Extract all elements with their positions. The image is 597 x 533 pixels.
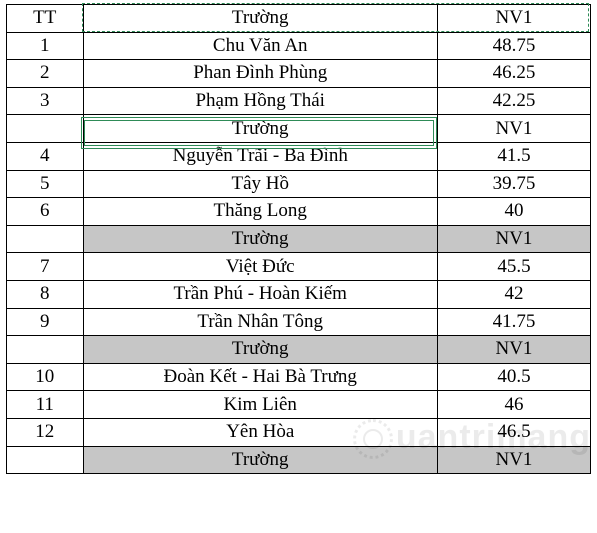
cell-nv1: 45.5 xyxy=(437,253,590,281)
cell-tt: 11 xyxy=(7,391,84,419)
table-row: 12Yên Hòa46.5 xyxy=(7,418,591,446)
cell-truong-repeat: Trường xyxy=(83,446,437,474)
cell-truong-repeat: Trường xyxy=(83,336,437,364)
table-row: 9Trần Nhân Tông41.75 xyxy=(7,308,591,336)
cell-truong: Trần Phú - Hoàn Kiếm xyxy=(83,280,437,308)
cell-tt: 9 xyxy=(7,308,84,336)
cell-nv1-repeat: NV1 xyxy=(437,446,590,474)
cell-nv1: 48.75 xyxy=(437,32,590,60)
table-header-row: TT Trường NV1 xyxy=(7,5,591,33)
cell-truong: Phan Đình Phùng xyxy=(83,60,437,88)
cell-truong: Yên Hòa xyxy=(83,418,437,446)
cell-truong: Thăng Long xyxy=(83,198,437,226)
table-row: 8Trần Phú - Hoàn Kiếm42 xyxy=(7,280,591,308)
cell-truong: Phạm Hồng Thái xyxy=(83,87,437,115)
cell-nv1: 42 xyxy=(437,280,590,308)
data-table: TT Trường NV1 1Chu Văn An48.752Phan Đình… xyxy=(6,4,591,474)
table-row: 1Chu Văn An48.75 xyxy=(7,32,591,60)
cell-nv1-repeat: NV1 xyxy=(437,225,590,253)
cell-tt-blank xyxy=(7,446,84,474)
cell-tt: 10 xyxy=(7,363,84,391)
cell-truong: Việt Đức xyxy=(83,253,437,281)
cell-nv1: 39.75 xyxy=(437,170,590,198)
cell-tt: 6 xyxy=(7,198,84,226)
cell-truong: Trần Nhân Tông xyxy=(83,308,437,336)
cell-nv1: 41.5 xyxy=(437,142,590,170)
cell-truong: Kim Liên xyxy=(83,391,437,419)
cell-nv1: 46 xyxy=(437,391,590,419)
cell-nv1: 40 xyxy=(437,198,590,226)
repeat-header-row: TrườngNV1 xyxy=(7,115,591,143)
cell-tt-blank xyxy=(7,225,84,253)
cell-nv1: 41.75 xyxy=(437,308,590,336)
cell-nv1: 46.25 xyxy=(437,60,590,88)
cell-truong-repeat: Trường xyxy=(83,115,437,143)
table-row: 2Phan Đình Phùng46.25 xyxy=(7,60,591,88)
repeat-header-row: TrườngNV1 xyxy=(7,225,591,253)
cell-truong: Tây Hồ xyxy=(83,170,437,198)
table-row: 6Thăng Long40 xyxy=(7,198,591,226)
cell-truong: Nguyễn Trãi - Ba Đình xyxy=(83,142,437,170)
cell-nv1-repeat: NV1 xyxy=(437,115,590,143)
table-row: 10Đoàn Kết - Hai Bà Trưng40.5 xyxy=(7,363,591,391)
cell-tt: 12 xyxy=(7,418,84,446)
cell-tt-blank xyxy=(7,336,84,364)
cell-tt: 8 xyxy=(7,280,84,308)
header-truong: Trường xyxy=(83,5,437,33)
table-row: 3Phạm Hồng Thái42.25 xyxy=(7,87,591,115)
table-row: 11Kim Liên46 xyxy=(7,391,591,419)
header-tt: TT xyxy=(7,5,84,33)
cell-tt: 3 xyxy=(7,87,84,115)
cell-tt: 1 xyxy=(7,32,84,60)
cell-tt: 7 xyxy=(7,253,84,281)
cell-nv1: 42.25 xyxy=(437,87,590,115)
cell-tt: 2 xyxy=(7,60,84,88)
repeat-header-row: TrườngNV1 xyxy=(7,336,591,364)
repeat-header-row: TrườngNV1 xyxy=(7,446,591,474)
table-row: 4Nguyễn Trãi - Ba Đình41.5 xyxy=(7,142,591,170)
cell-tt-blank xyxy=(7,115,84,143)
cell-nv1: 40.5 xyxy=(437,363,590,391)
table-row: 5Tây Hồ39.75 xyxy=(7,170,591,198)
cell-tt: 4 xyxy=(7,142,84,170)
table-row: 7Việt Đức45.5 xyxy=(7,253,591,281)
cell-truong: Đoàn Kết - Hai Bà Trưng xyxy=(83,363,437,391)
cell-nv1-repeat: NV1 xyxy=(437,336,590,364)
cell-tt: 5 xyxy=(7,170,84,198)
cell-truong: Chu Văn An xyxy=(83,32,437,60)
header-nv1: NV1 xyxy=(437,5,590,33)
cell-nv1: 46.5 xyxy=(437,418,590,446)
cell-truong-repeat: Trường xyxy=(83,225,437,253)
